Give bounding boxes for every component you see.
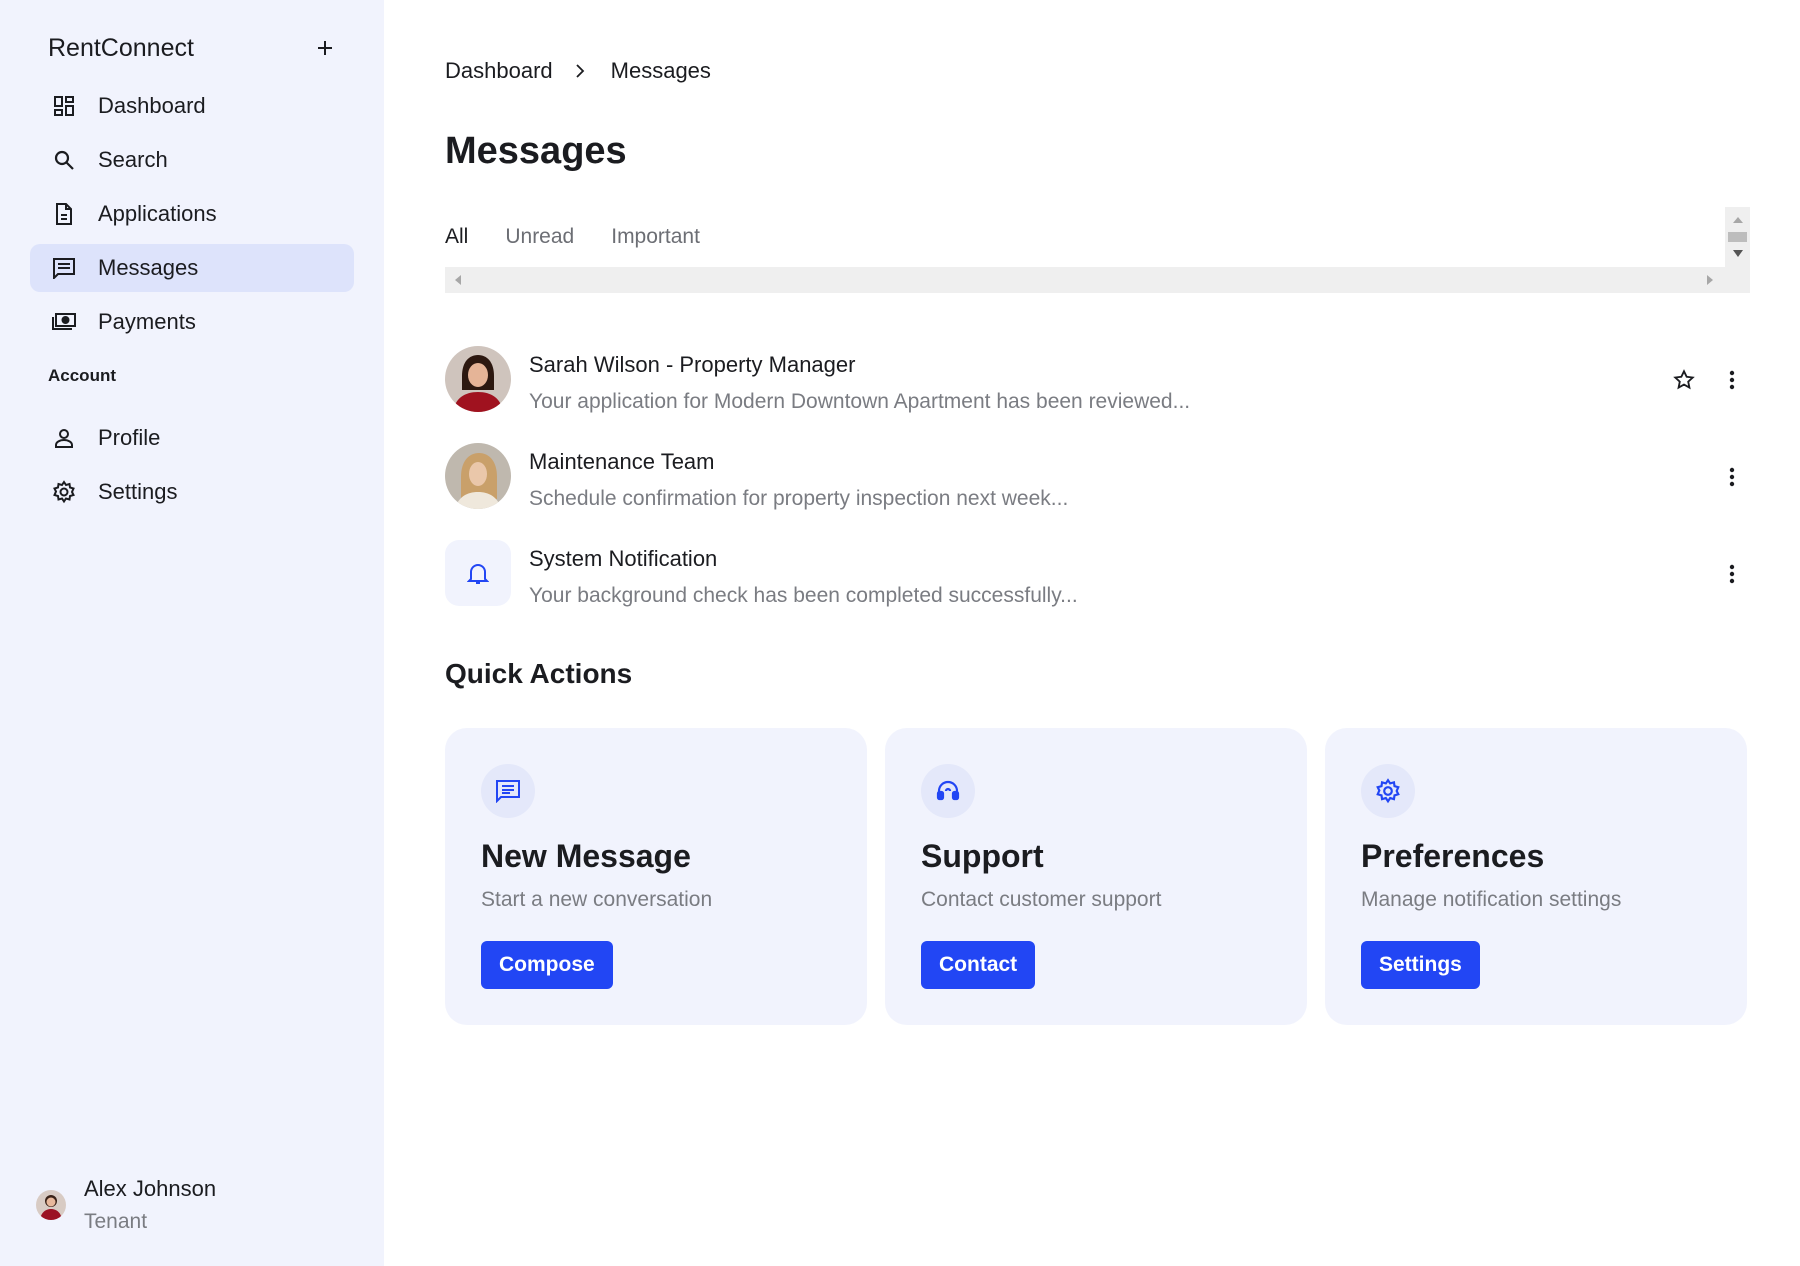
sidebar-item-settings[interactable]: Settings — [30, 468, 354, 516]
sidebar-item-payments[interactable]: Payments — [30, 298, 354, 346]
message-list: Sarah Wilson - Property Manager Your app… — [445, 338, 1750, 629]
scroll-up-icon[interactable] — [1733, 217, 1743, 223]
sidebar-item-label: Payments — [98, 309, 196, 334]
plus-icon — [318, 41, 332, 55]
more-vertical-icon[interactable] — [1718, 366, 1746, 394]
scrollbar-thumb[interactable] — [1728, 232, 1747, 242]
scroll-down-icon[interactable] — [1733, 250, 1743, 257]
message-title: System Notification — [529, 546, 718, 571]
avatar — [445, 443, 511, 509]
message-icon — [481, 764, 535, 818]
sidebar-nav: Dashboard Search Applications Messages P… — [30, 82, 354, 522]
sidebar-item-label: Messages — [98, 255, 199, 280]
sidebar-section-account: Account — [48, 366, 116, 385]
gear-icon — [1361, 764, 1415, 818]
person-icon — [50, 424, 78, 452]
horizontal-scrollbar[interactable] — [445, 267, 1725, 293]
gear-icon — [50, 478, 78, 506]
contact-button[interactable]: Contact — [921, 941, 1036, 989]
message-icon — [50, 254, 78, 282]
sidebar-item-dashboard[interactable]: Dashboard — [30, 82, 354, 130]
breadcrumb-item-dashboard[interactable]: Dashboard — [445, 58, 553, 84]
bell-icon — [467, 564, 489, 584]
user-role: Tenant — [84, 1210, 148, 1233]
message-preview: Your application for Modern Downtown Apa… — [529, 390, 1191, 413]
search-icon — [50, 146, 78, 174]
breadcrumb: Dashboard Messages — [445, 58, 711, 84]
sidebar-item-messages[interactable]: Messages — [30, 244, 354, 292]
tab-unread[interactable]: Unread — [505, 225, 574, 249]
user-profile[interactable]: Alex Johnson Tenant — [36, 1176, 216, 1234]
breadcrumb-item-messages: Messages — [610, 58, 711, 83]
headset-icon — [921, 764, 975, 818]
document-icon — [50, 200, 78, 228]
payments-icon — [50, 308, 78, 336]
chevron-right-icon — [575, 64, 589, 78]
star-icon[interactable] — [1670, 366, 1698, 394]
sidebar-item-label: Applications — [98, 201, 217, 226]
compose-button[interactable]: Compose — [481, 941, 613, 989]
sidebar: RentConnect Dashboard Search Application… — [0, 0, 384, 1266]
card-description: Contact customer support — [921, 888, 1162, 911]
settings-button[interactable]: Settings — [1361, 941, 1480, 989]
sidebar-item-search[interactable]: Search — [30, 136, 354, 184]
message-item[interactable]: Sarah Wilson - Property Manager Your app… — [445, 338, 1750, 435]
card-title: New Message — [481, 838, 691, 874]
dashboard-icon — [50, 92, 78, 120]
sidebar-item-label: Profile — [98, 425, 161, 450]
page-title: Messages — [445, 130, 627, 172]
tabs: All Unread Important — [445, 207, 1750, 267]
sidebar-item-label: Dashboard — [98, 93, 206, 118]
message-item[interactable]: Maintenance Team Schedule confirmation f… — [445, 435, 1750, 532]
brand-row: RentConnect — [48, 30, 342, 66]
card-description: Start a new conversation — [481, 888, 713, 911]
card-description: Manage notification settings — [1361, 888, 1622, 911]
app-name: RentConnect — [48, 33, 194, 62]
notification-avatar — [445, 540, 511, 606]
quick-action-new-message: New Message Start a new conversation Com… — [445, 728, 867, 1025]
card-title: Support — [921, 838, 1044, 874]
message-preview: Your background check has been completed… — [529, 584, 1078, 607]
quick-action-support: Support Contact customer support Contact — [885, 728, 1307, 1025]
more-vertical-icon[interactable] — [1718, 560, 1746, 588]
message-preview: Schedule confirmation for property inspe… — [529, 487, 1069, 510]
message-title: Sarah Wilson - Property Manager — [529, 352, 856, 377]
quick-actions-title: Quick Actions — [445, 658, 633, 689]
quick-action-preferences: Preferences Manage notification settings… — [1325, 728, 1747, 1025]
sidebar-item-profile[interactable]: Profile — [30, 414, 354, 462]
avatar — [36, 1190, 66, 1220]
scroll-left-icon[interactable] — [455, 275, 461, 285]
tab-all[interactable]: All — [445, 225, 468, 249]
vertical-scrollbar[interactable] — [1725, 207, 1750, 293]
tabs-container: All Unread Important — [445, 207, 1750, 295]
quick-actions: New Message Start a new conversation Com… — [445, 728, 1750, 1025]
tab-important[interactable]: Important — [611, 225, 700, 249]
user-name: Alex Johnson — [84, 1176, 217, 1201]
sidebar-item-label: Search — [98, 147, 168, 172]
card-title: Preferences — [1361, 838, 1545, 874]
sidebar-item-label: Settings — [98, 479, 178, 504]
message-item[interactable]: System Notification Your background chec… — [445, 532, 1750, 629]
more-vertical-icon[interactable] — [1718, 463, 1746, 491]
scroll-right-icon[interactable] — [1707, 275, 1713, 285]
sidebar-item-applications[interactable]: Applications — [30, 190, 354, 238]
add-button[interactable] — [308, 31, 342, 65]
avatar — [445, 346, 511, 412]
message-title: Maintenance Team — [529, 449, 715, 474]
